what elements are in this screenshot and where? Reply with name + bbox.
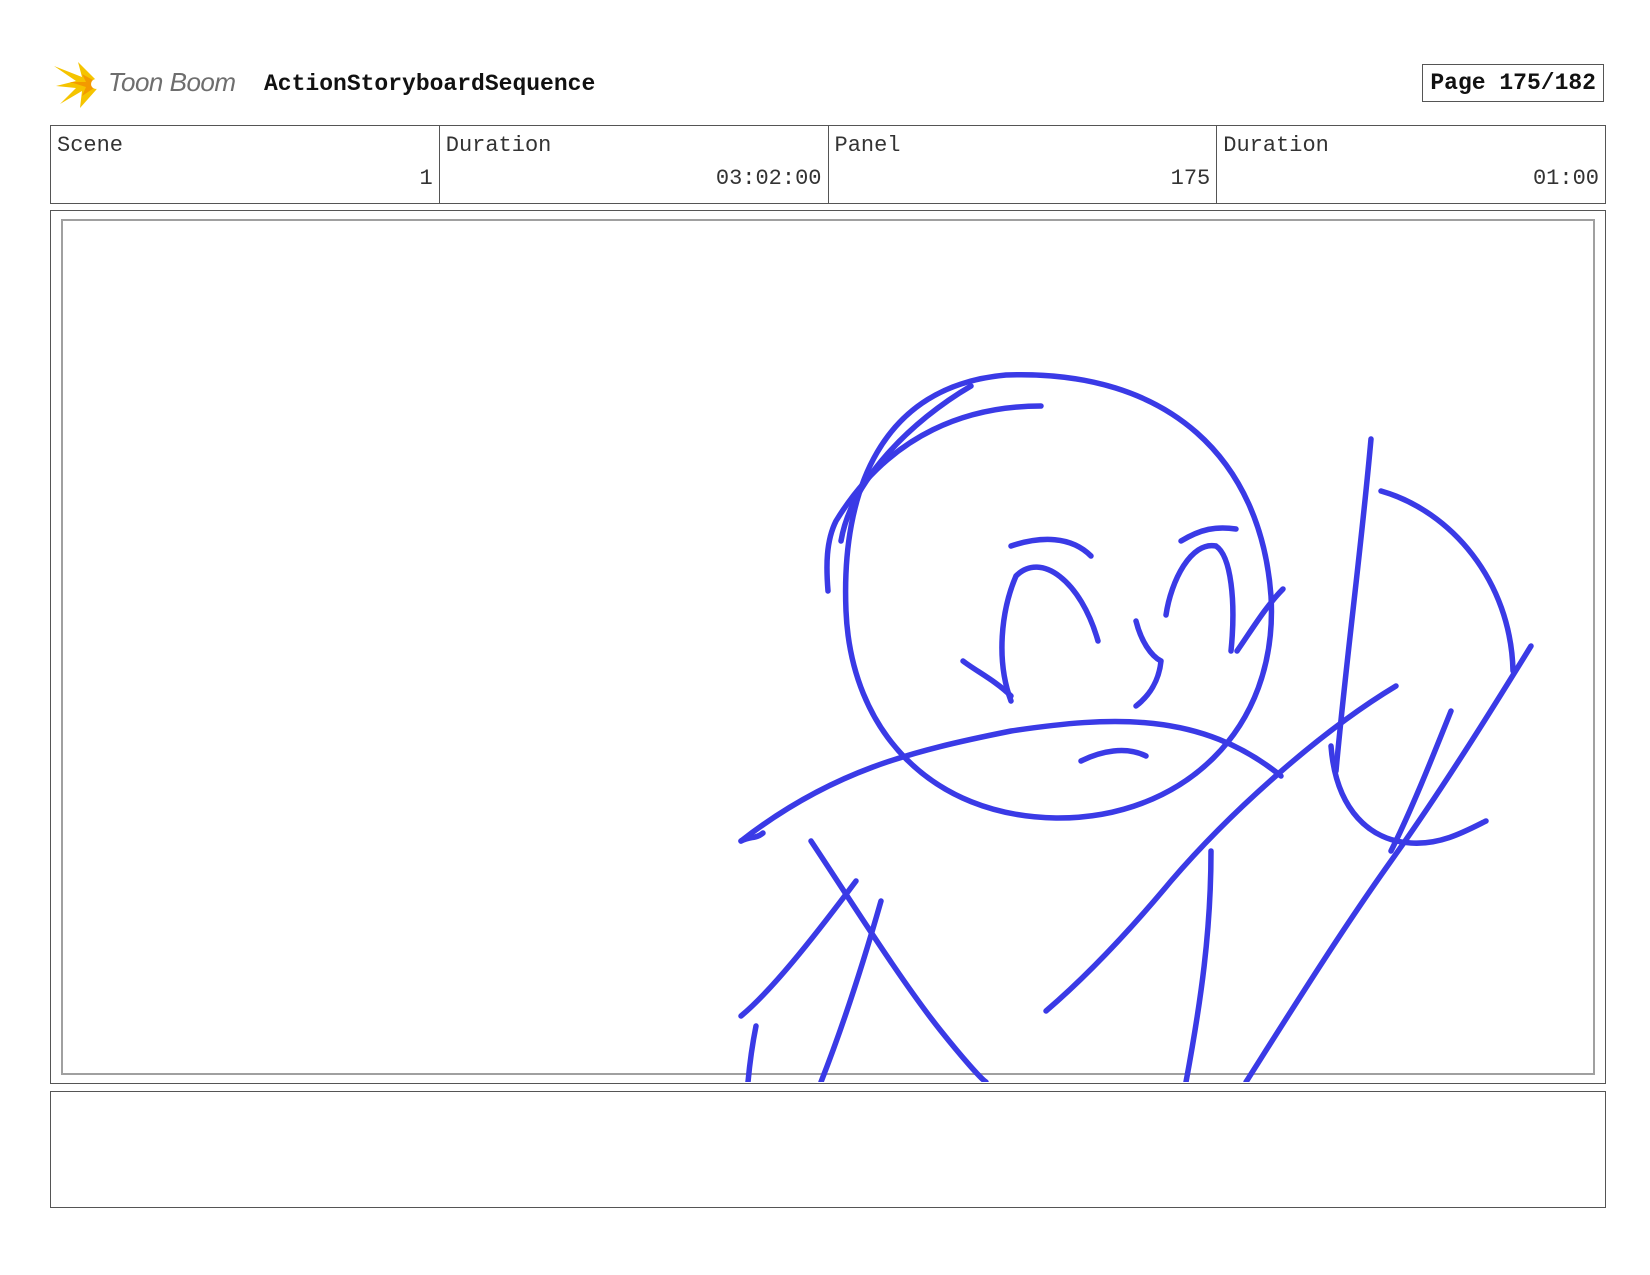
scene-duration-cell: Duration 03:02:00	[438, 126, 828, 203]
page-header: Toon Boom ActionStoryboardSequence Page …	[52, 58, 1604, 110]
panel-notes-box[interactable]	[50, 1091, 1606, 1208]
page-number-badge: Page 175/182	[1422, 64, 1604, 102]
character-sketch	[738, 372, 1534, 1082]
panel-duration-cell: Duration 01:00	[1216, 126, 1605, 203]
scene-duration-label: Duration	[445, 133, 552, 158]
storyboard-panel-frame	[50, 210, 1606, 1084]
logo-text: Toon Boom	[108, 67, 236, 97]
panel-label: Panel	[834, 133, 901, 158]
scene-duration-value: 03:02:00	[715, 166, 822, 191]
toon-boom-logo: Toon Boom	[52, 58, 252, 110]
sequence-title: ActionStoryboardSequence	[264, 71, 596, 97]
panel-info-table: Scene 1 Duration 03:02:00 Panel 175 Dura…	[50, 125, 1606, 204]
scene-value: 1	[419, 166, 433, 191]
toon-boom-starburst-icon	[54, 62, 101, 108]
panel-value: 175	[1170, 166, 1211, 191]
panel-cell: Panel 175	[827, 126, 1217, 203]
panel-duration-value: 01:00	[1532, 166, 1599, 191]
scene-cell: Scene 1	[51, 126, 439, 203]
scene-label: Scene	[57, 133, 124, 158]
panel-duration-label: Duration	[1223, 133, 1329, 158]
